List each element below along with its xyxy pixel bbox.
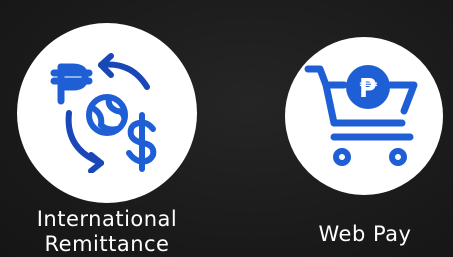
coin-peso-symbol: ₱ xyxy=(359,74,378,104)
web-pay-label: Web Pay xyxy=(318,222,412,246)
remittance-icon-circle[interactable] xyxy=(17,23,197,203)
remittance-label-line2: Remittance xyxy=(44,232,170,256)
currency-exchange-icon xyxy=(50,53,157,173)
remittance-label: International Remittance xyxy=(15,207,199,257)
web-pay-icon-circle[interactable]: ₱ xyxy=(285,37,443,195)
shopping-cart-peso-icon: ₱ xyxy=(304,65,418,166)
remittance-label-line1: International xyxy=(36,207,178,231)
